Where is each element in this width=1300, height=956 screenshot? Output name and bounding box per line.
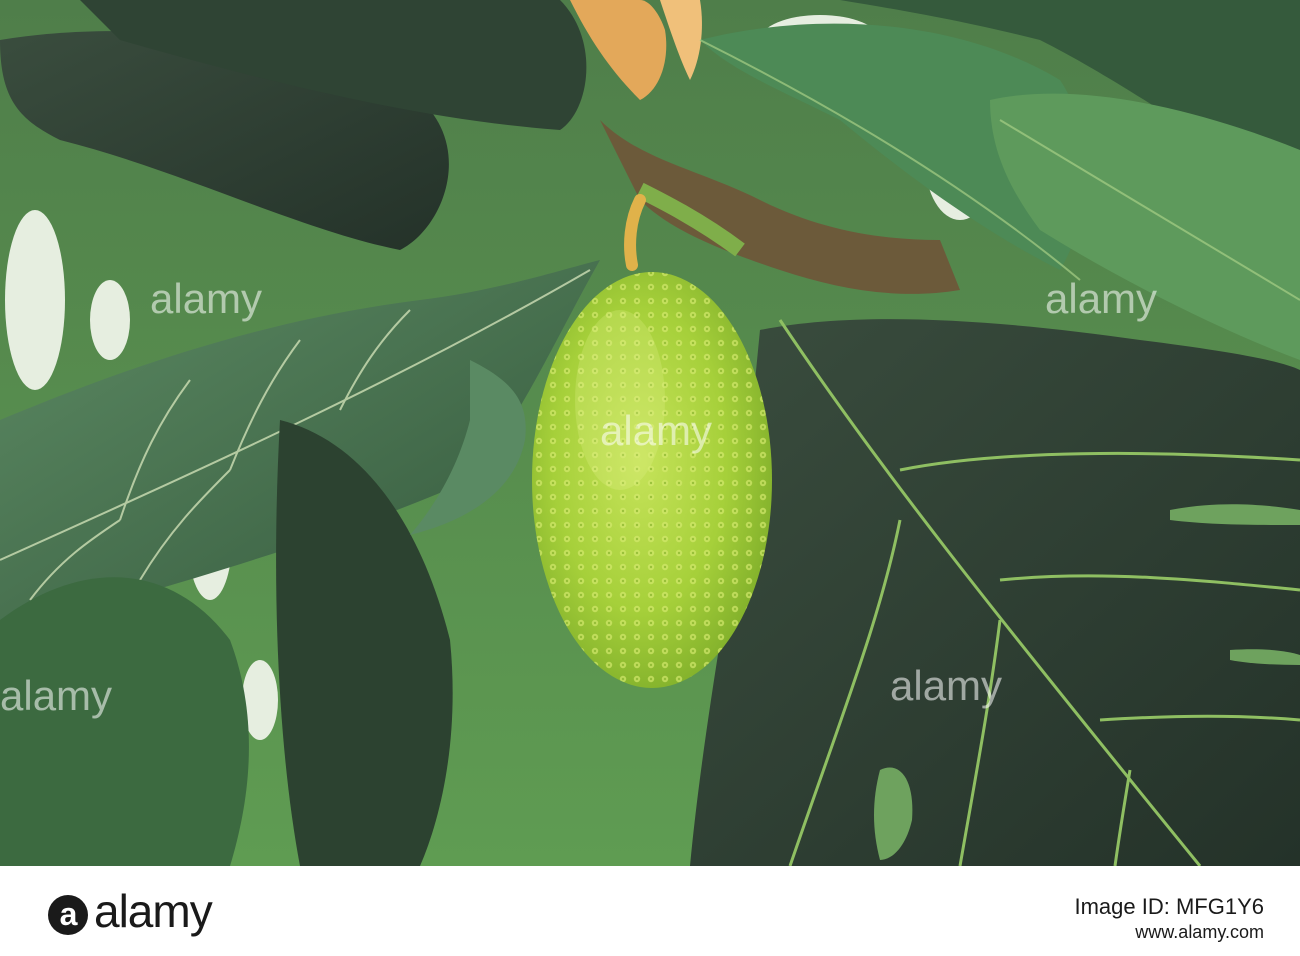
footer-bar: a alamy Image ID: MFG1Y6 www.alamy.com [0,866,1300,956]
alamy-logo: a alamy [48,884,213,938]
photo-scene [0,0,1300,866]
leaf-bottom-right [690,319,1300,866]
site-url: www.alamy.com [1135,922,1264,942]
image-id: Image ID: MFG1Y6 [1074,894,1264,919]
breadfruit [532,272,772,688]
leaf-hole-1 [1170,504,1300,525]
leaf-bottom-left [0,577,249,866]
alamy-logo-text: alamy [94,885,213,937]
breadfruit-photo: alamy alamy alamy alamy alamy [0,0,1300,866]
alamy-logo-icon: a [48,895,88,935]
